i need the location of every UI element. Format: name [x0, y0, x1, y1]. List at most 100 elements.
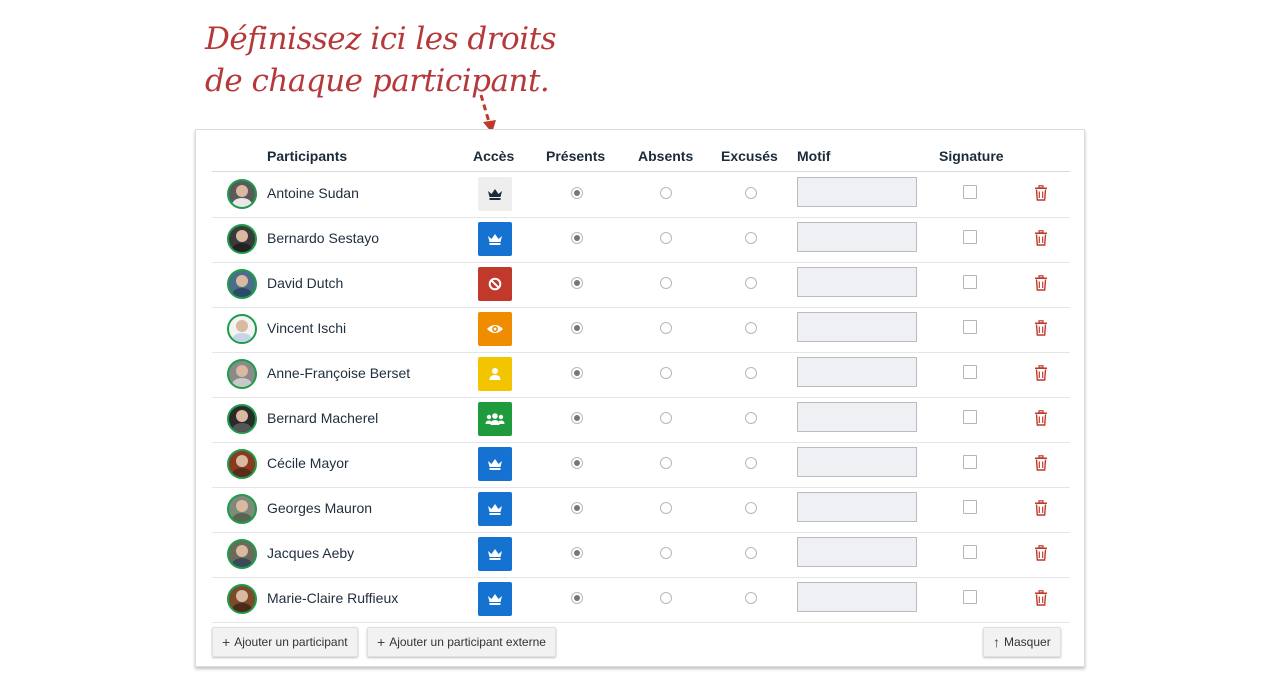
avatar — [227, 269, 257, 299]
motif-input[interactable] — [797, 402, 917, 432]
absent-radio[interactable] — [660, 232, 672, 244]
absent-radio[interactable] — [660, 367, 672, 379]
crown-icon — [487, 502, 503, 516]
excused-radio[interactable] — [745, 592, 757, 604]
absent-radio[interactable] — [660, 277, 672, 289]
excused-radio[interactable] — [745, 457, 757, 469]
present-radio[interactable] — [571, 322, 583, 334]
access-rights-button[interactable] — [478, 312, 512, 346]
avatar — [227, 224, 257, 254]
present-radio[interactable] — [571, 547, 583, 559]
table-row: Marie-Claire Ruffieux — [212, 577, 1070, 623]
header-motif: Motif — [797, 148, 831, 164]
absent-radio[interactable] — [660, 322, 672, 334]
motif-input[interactable] — [797, 177, 917, 207]
table-row: Georges Mauron — [212, 487, 1070, 533]
access-rights-button[interactable] — [478, 267, 512, 301]
avatar — [227, 314, 257, 344]
trash-icon[interactable] — [1034, 320, 1048, 336]
excused-radio[interactable] — [745, 187, 757, 199]
absent-radio[interactable] — [660, 187, 672, 199]
access-rights-button[interactable] — [478, 177, 512, 211]
signature-checkbox[interactable] — [963, 500, 977, 514]
signature-checkbox[interactable] — [963, 455, 977, 469]
signature-checkbox[interactable] — [963, 410, 977, 424]
plus-icon: + — [222, 634, 231, 650]
signature-checkbox[interactable] — [963, 185, 977, 199]
access-rights-button[interactable] — [478, 222, 512, 256]
access-rights-button[interactable] — [478, 492, 512, 526]
avatar — [227, 449, 257, 479]
eye-icon — [486, 323, 504, 335]
table-row: David Dutch — [212, 262, 1070, 308]
trash-icon[interactable] — [1034, 455, 1048, 471]
participant-name: Cécile Mayor — [267, 455, 349, 471]
crown-icon — [487, 457, 503, 471]
absent-radio[interactable] — [660, 457, 672, 469]
present-radio[interactable] — [571, 457, 583, 469]
signature-checkbox[interactable] — [963, 590, 977, 604]
trash-icon[interactable] — [1034, 590, 1048, 606]
present-radio[interactable] — [571, 412, 583, 424]
excused-radio[interactable] — [745, 547, 757, 559]
access-rights-button[interactable] — [478, 402, 512, 436]
motif-input[interactable] — [797, 222, 917, 252]
trash-icon[interactable] — [1034, 275, 1048, 291]
access-rights-button[interactable] — [478, 537, 512, 571]
header-excuses: Excusés — [721, 148, 778, 164]
present-radio[interactable] — [571, 232, 583, 244]
access-rights-button[interactable] — [478, 582, 512, 616]
motif-input[interactable] — [797, 582, 917, 612]
plus-icon: + — [377, 634, 386, 650]
avatar — [227, 359, 257, 389]
crown-icon — [487, 232, 503, 246]
excused-radio[interactable] — [745, 232, 757, 244]
add-participant-button[interactable]: + Ajouter un participant — [212, 627, 358, 657]
motif-input[interactable] — [797, 537, 917, 567]
absent-radio[interactable] — [660, 592, 672, 604]
user-icon — [488, 367, 502, 381]
trash-icon[interactable] — [1034, 500, 1048, 516]
trash-icon[interactable] — [1034, 185, 1048, 201]
signature-checkbox[interactable] — [963, 545, 977, 559]
access-rights-button[interactable] — [478, 357, 512, 391]
signature-checkbox[interactable] — [963, 320, 977, 334]
table-row: Anne-Françoise Berset — [212, 352, 1070, 398]
signature-checkbox[interactable] — [963, 230, 977, 244]
signature-checkbox[interactable] — [963, 275, 977, 289]
absent-radio[interactable] — [660, 412, 672, 424]
motif-input[interactable] — [797, 312, 917, 342]
trash-icon[interactable] — [1034, 545, 1048, 561]
trash-icon[interactable] — [1034, 230, 1048, 246]
motif-input[interactable] — [797, 447, 917, 477]
present-radio[interactable] — [571, 367, 583, 379]
arrow-up-icon: ↑ — [993, 634, 1000, 650]
participant-name: Bernard Macherel — [267, 410, 379, 426]
access-rights-button[interactable] — [478, 447, 512, 481]
table-row: Jacques Aeby — [212, 532, 1070, 578]
signature-checkbox[interactable] — [963, 365, 977, 379]
excused-radio[interactable] — [745, 277, 757, 289]
present-radio[interactable] — [571, 502, 583, 514]
trash-icon[interactable] — [1034, 410, 1048, 426]
table-row: Antoine Sudan — [212, 172, 1070, 218]
motif-input[interactable] — [797, 267, 917, 297]
crown-icon — [487, 547, 503, 561]
present-radio[interactable] — [571, 592, 583, 604]
header-absents: Absents — [638, 148, 694, 164]
motif-input[interactable] — [797, 357, 917, 387]
excused-radio[interactable] — [745, 322, 757, 334]
present-radio[interactable] — [571, 187, 583, 199]
hide-button[interactable]: ↑ Masquer — [983, 627, 1061, 657]
participant-name: Anne-Françoise Berset — [267, 365, 411, 381]
excused-radio[interactable] — [745, 502, 757, 514]
excused-radio[interactable] — [745, 412, 757, 424]
present-radio[interactable] — [571, 277, 583, 289]
absent-radio[interactable] — [660, 547, 672, 559]
motif-input[interactable] — [797, 492, 917, 522]
excused-radio[interactable] — [745, 367, 757, 379]
absent-radio[interactable] — [660, 502, 672, 514]
add-external-participant-button[interactable]: + Ajouter un participant externe — [367, 627, 556, 657]
trash-icon[interactable] — [1034, 365, 1048, 381]
avatar — [227, 179, 257, 209]
